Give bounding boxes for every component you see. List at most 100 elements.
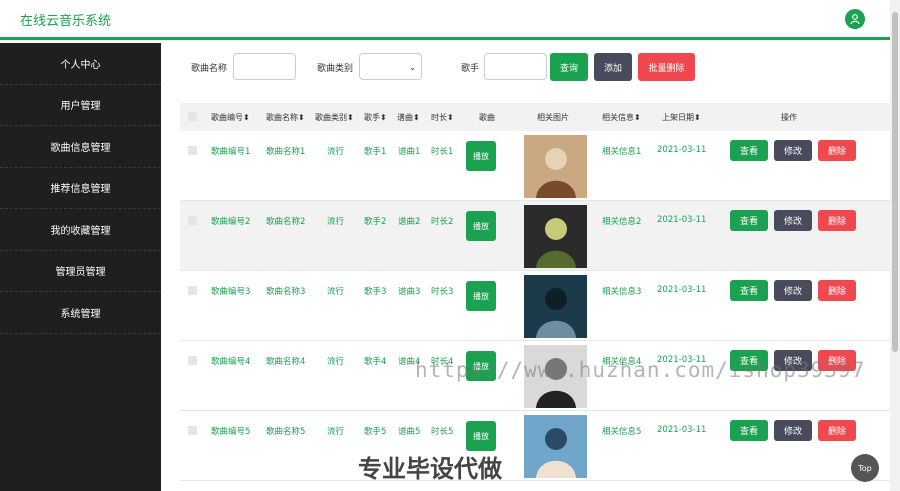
header-song-id[interactable]: 歌曲编号⬍ [211,112,250,123]
play-button[interactable]: 播放 [466,141,496,171]
table-header: 歌曲编号⬍ 歌曲名称⬍ 歌曲类别⬍ 歌手⬍ 谱曲⬍ 时长⬍ 歌曲 相关图片 相关… [180,103,890,131]
cell-duration: 时长1 [431,147,454,157]
table-row: 歌曲编号5 歌曲名称5 流行 歌手5 谱曲5 时长5 播放 相关信息5 2021-03-11 查看… [180,411,890,481]
album-cover-image [524,205,587,268]
cell-song-type: 流行 [327,427,345,437]
cell-info: 相关信息5 [602,427,642,437]
play-button[interactable]: 播放 [466,281,496,311]
row-checkbox[interactable] [188,426,197,435]
play-button[interactable]: 播放 [466,211,496,241]
watermark-url: https://www.huzhan.com/ishop39397 [415,358,866,382]
table-row: 歌曲编号1 歌曲名称1 流行 歌手1 谱曲1 时长1 播放 相关信息1 2021-03-11 查看… [180,131,890,201]
singer-input[interactable] [484,53,547,80]
cell-song-type: 流行 [327,287,345,297]
edit-button[interactable]: 修改 [774,420,812,441]
delete-button[interactable]: 删除 [818,280,856,301]
cell-composer: 谱曲3 [398,287,421,297]
app-title: 在线云音乐系统 [20,14,112,29]
delete-button[interactable]: 删除 [818,210,856,231]
header-song-name[interactable]: 歌曲名称⬍ [266,112,305,123]
sidebar-item-song-info-management[interactable]: 歌曲信息管理 [0,126,161,168]
song-name-input[interactable] [233,53,296,80]
song-type-label: 歌曲类别 [317,64,354,74]
cell-date: 2021-03-11 [657,425,707,435]
query-button[interactable]: 查询 [550,53,588,81]
view-button[interactable]: 查看 [730,280,768,301]
song-table: 歌曲编号⬍ 歌曲名称⬍ 歌曲类别⬍ 歌手⬍ 谱曲⬍ 时长⬍ 歌曲 相关图片 相关… [180,103,890,481]
album-cover-image [524,415,587,478]
top-bar: 在线云音乐系统 [0,0,900,40]
cell-song-type: 流行 [327,357,345,367]
header-date[interactable]: 上架日期⬍ [662,112,701,123]
play-button[interactable]: 播放 [466,421,496,451]
scrollbar-thumb[interactable] [892,12,898,352]
sidebar-item-admin-management[interactable]: 管理员管理 [0,251,161,292]
edit-button[interactable]: 修改 [774,140,812,161]
cell-singer: 歌手3 [364,287,387,297]
cell-song-id: 歌曲编号2 [211,217,251,227]
singer-label: 歌手 [461,64,480,74]
header-song-type[interactable]: 歌曲类别⬍ [315,112,354,123]
header-duration[interactable]: 时长⬍ [431,112,454,123]
sidebar-item-personal-center[interactable]: 个人中心 [0,43,161,85]
cell-info: 相关信息1 [602,147,642,157]
cell-singer: 歌手1 [364,147,387,157]
header-singer[interactable]: 歌手⬍ [364,112,387,123]
user-avatar-icon[interactable] [845,9,865,29]
cell-song-name: 歌曲名称3 [266,287,306,297]
cell-song-id: 歌曲编号3 [211,287,251,297]
edit-button[interactable]: 修改 [774,280,812,301]
cell-info: 相关信息2 [602,217,642,227]
header-song: 歌曲 [479,113,495,122]
user-icon [850,14,860,25]
song-type-select[interactable]: ⌄ [359,53,422,80]
cell-singer: 歌手4 [364,357,387,367]
cell-song-type: 流行 [327,217,345,227]
sidebar-item-system-management[interactable]: 系统管理 [0,292,161,334]
view-button[interactable]: 查看 [730,210,768,231]
album-cover-image [524,135,587,198]
slogan-text: 专业毕设代做 [358,455,502,483]
row-checkbox[interactable] [188,216,197,225]
search-bar: 歌曲名称 歌曲类别 ⌄ 歌手 查询 添加 批量删除 [161,53,890,81]
cell-song-name: 歌曲名称5 [266,427,306,437]
add-button[interactable]: 添加 [594,53,632,81]
cell-song-name: 歌曲名称2 [266,217,306,227]
row-checkbox[interactable] [188,286,197,295]
sidebar-item-favorites-management[interactable]: 我的收藏管理 [0,209,161,251]
song-name-label: 歌曲名称 [191,64,228,74]
delete-button[interactable]: 删除 [818,420,856,441]
cell-song-id: 歌曲编号4 [211,357,251,367]
edit-button[interactable]: 修改 [774,210,812,231]
row-checkbox[interactable] [188,146,197,155]
cell-song-type: 流行 [327,147,345,157]
cell-duration: 时长3 [431,287,454,297]
row-checkbox[interactable] [188,356,197,365]
view-button[interactable]: 查看 [730,420,768,441]
header-actions: 操作 [781,113,797,122]
sidebar-item-user-management[interactable]: 用户管理 [0,85,161,126]
view-button[interactable]: 查看 [730,140,768,161]
cell-song-name: 歌曲名称1 [266,147,306,157]
cell-singer: 歌手2 [364,217,387,227]
table-row: 歌曲编号2 歌曲名称2 流行 歌手2 谱曲2 时长2 播放 相关信息2 2021-03-11 查看… [180,201,890,271]
delete-button[interactable]: 删除 [818,140,856,161]
cell-composer: 谱曲5 [398,427,421,437]
table-row: 歌曲编号3 歌曲名称3 流行 歌手3 谱曲3 时长3 播放 相关信息3 2021-03-11 查看… [180,271,890,341]
cell-composer: 谱曲2 [398,217,421,227]
cell-duration: 时长2 [431,217,454,227]
cell-duration: 时长5 [431,427,454,437]
sidebar-item-recommend-management[interactable]: 推荐信息管理 [0,168,161,209]
back-to-top-button[interactable]: Top [851,454,879,482]
batch-delete-button[interactable]: 批量删除 [638,53,695,81]
select-all-checkbox[interactable] [188,112,197,121]
header-info[interactable]: 相关信息⬍ [602,112,641,123]
cell-date: 2021-03-11 [657,215,707,225]
cell-date: 2021-03-11 [657,145,707,155]
cell-song-name: 歌曲名称4 [266,357,306,367]
cell-composer: 谱曲1 [398,147,421,157]
cell-info: 相关信息3 [602,287,642,297]
album-cover-image [524,275,587,338]
cell-song-id: 歌曲编号1 [211,147,251,157]
header-composer[interactable]: 谱曲⬍ [397,112,420,123]
